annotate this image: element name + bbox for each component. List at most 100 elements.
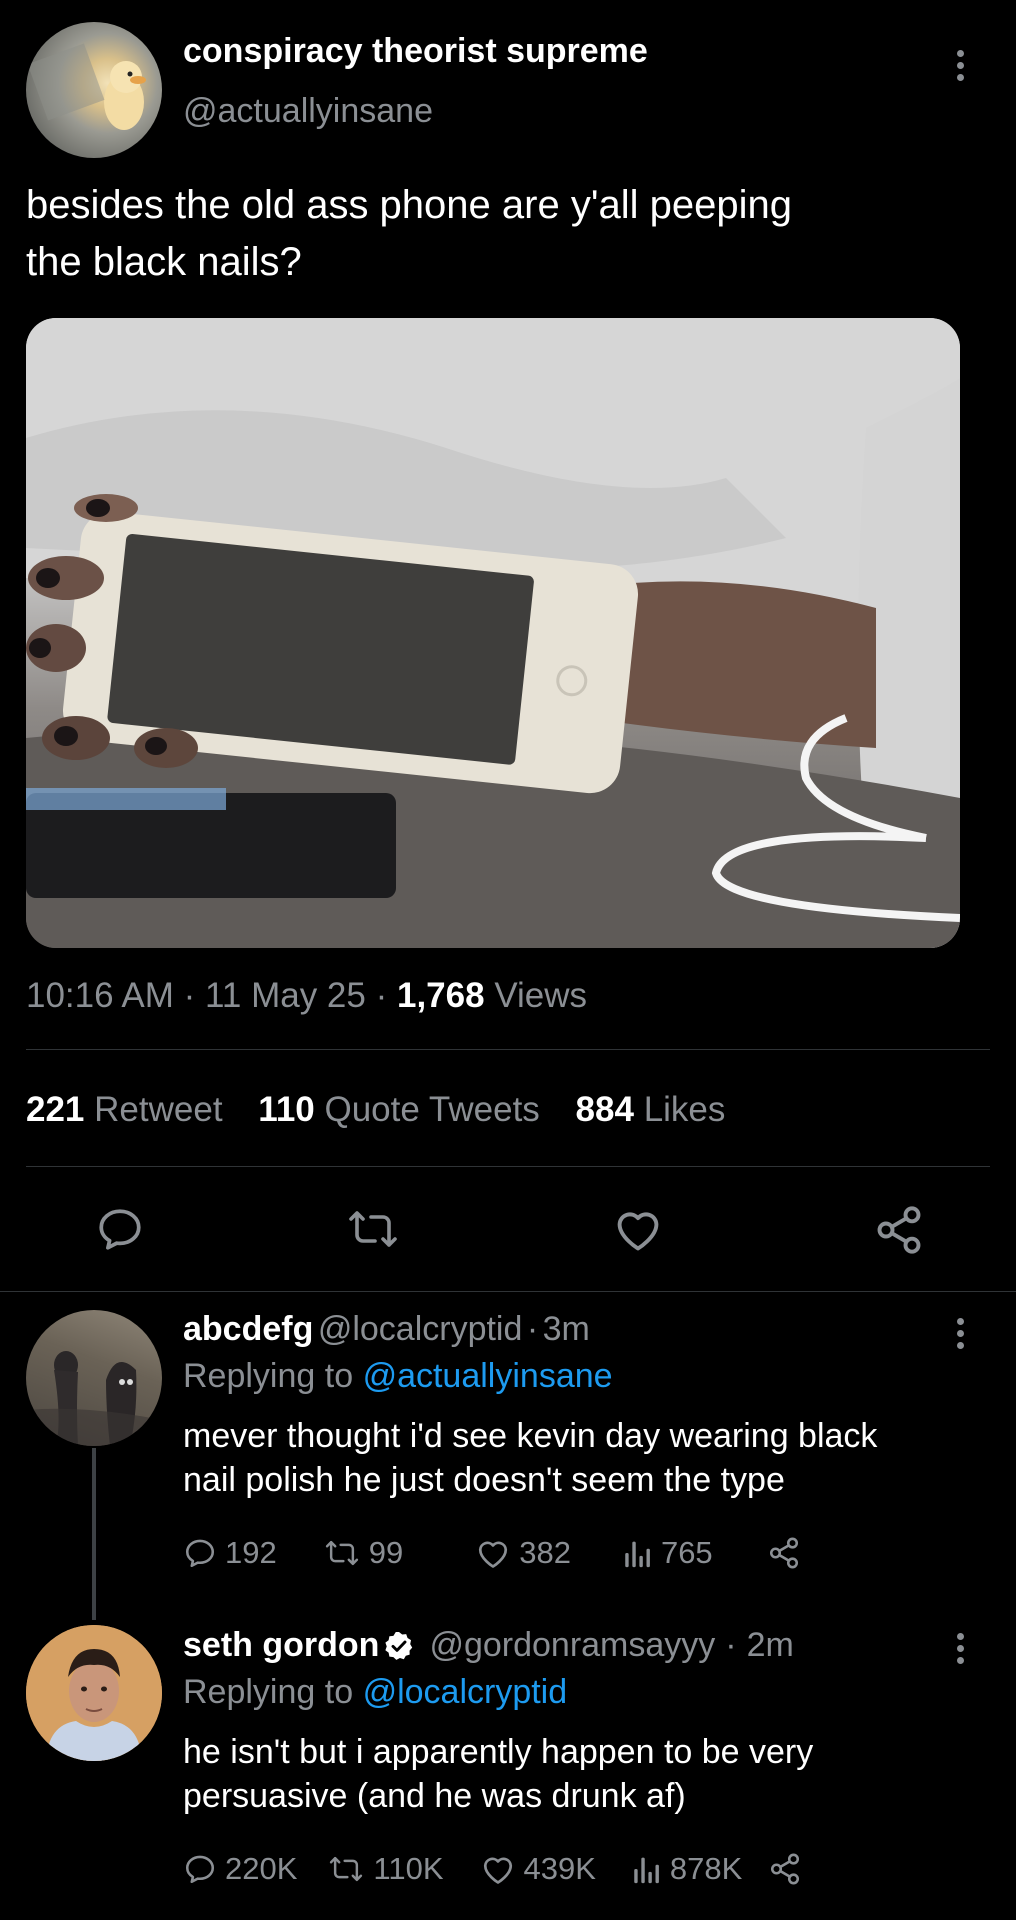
reply-share-button[interactable] [767,1536,801,1570]
quote-count: 110 [258,1090,315,1129]
reply-display-name[interactable]: seth gordon [183,1626,379,1665]
replying-label: Replying to [183,1673,354,1711]
reply-icon [185,1855,215,1884]
reply-handle[interactable]: @localcryptid [318,1310,523,1348]
tweet-text-line: the black nails? [26,240,302,284]
retweet-icon [325,1540,358,1566]
reply-like-button[interactable]: 382 [475,1535,571,1571]
reply-text-line: persuasive (and he was drunk af) [183,1777,686,1815]
tweet-media-photo[interactable] [26,318,960,948]
retweet-count: 221 [26,1090,85,1129]
reply-actions: 220K 110K 439K 878K [183,1851,802,1887]
retweet-count: 99 [368,1535,404,1570]
replying-to-link[interactable]: @localcryptid [363,1673,568,1711]
reply-count: 192 [225,1535,277,1570]
more-icon [957,1633,964,1640]
reply-reply-button[interactable]: 220K [183,1851,297,1887]
tweet-more-button[interactable] [957,50,964,81]
tweet-stats: 221 Retweet 110 Quote Tweets 884 Likes [26,1090,725,1130]
meta-separator: · [725,1626,737,1664]
reply-more-button[interactable] [957,1633,964,1664]
reply-icon [185,1539,215,1568]
meta-separator: · [375,976,388,1015]
share-icon [771,1853,800,1885]
reply-avatar[interactable] [26,1310,162,1446]
reply-avatar[interactable] [26,1625,162,1761]
reply-text: he isn't but i apparently happen to be v… [183,1730,813,1818]
like-button[interactable] [612,1205,664,1253]
author-avatar[interactable] [26,22,162,158]
verified-badge-icon [385,1631,413,1660]
replying-label: Replying to [183,1357,354,1395]
reply-more-button[interactable] [957,1318,964,1349]
author-display-name[interactable]: conspiracy theorist supreme [183,32,648,71]
avatar-image [26,1351,162,1446]
divider [26,1049,990,1050]
replying-to: Replying to @actuallyinsane [183,1357,613,1396]
retweet-icon [330,1856,363,1882]
reply-header: abcdefg @localcryptid · 3m [183,1310,590,1349]
tweet-time[interactable]: 10:16 AM [26,976,174,1015]
reply-time[interactable]: 3m [543,1310,590,1348]
retweet-icon [349,1211,397,1247]
reply-icon [99,1209,141,1250]
tweet-text-line: besides the old ass phone are y'all peep… [26,183,792,227]
tweet-meta: 10:16 AM · 11 May 25 · 1,768 Views [26,976,587,1016]
reply-text-line: mever thought i'd see kevin day wearing … [183,1417,878,1455]
quote-stat[interactable]: 110 Quote Tweets [258,1090,549,1129]
more-icon [957,50,964,57]
likes-label: Likes [643,1090,726,1129]
reply-reply-button[interactable]: 192 [183,1535,277,1571]
reply-share-button[interactable] [768,1852,802,1886]
reply-header: seth gordon @gordonramsayyy · 2m [183,1626,794,1665]
thread-line [92,1448,96,1620]
reply-time[interactable]: 2m [747,1626,794,1665]
reply-display-name[interactable]: abcdefg [183,1310,313,1348]
reply-like-button[interactable]: 439K [480,1851,596,1887]
like-count: 382 [519,1535,571,1570]
reply-count: 220K [225,1851,298,1886]
avatar-image [26,1625,162,1761]
meta-separator: · [183,976,196,1015]
views-icon [634,1857,659,1884]
likes-count: 884 [575,1090,634,1129]
views-count: 878K [669,1851,743,1886]
share-button[interactable] [873,1204,925,1256]
views-count: 765 [660,1535,713,1570]
heart-icon [483,1857,512,1884]
views-icon [625,1541,650,1568]
replying-to: Replying to @localcryptid [183,1673,567,1712]
quote-label: Quote Tweets [324,1090,540,1129]
reply-text-line: he isn't but i apparently happen to be v… [183,1733,814,1771]
tweet-date[interactable]: 11 May 25 [205,976,366,1015]
heart-icon [479,1541,508,1568]
photo-content [26,318,960,948]
reply-views-button[interactable]: 878K [632,1851,742,1887]
reply-text-line: nail polish he just doesn't seem the typ… [183,1461,785,1499]
replying-to-link[interactable]: @actuallyinsane [363,1357,613,1395]
likes-stat[interactable]: 884 Likes [576,1090,726,1129]
views-label: Views [494,976,588,1015]
author-handle[interactable]: @actuallyinsane [183,92,433,131]
like-count: 439K [523,1851,596,1886]
reply-actions: 192 99 382 765 [183,1535,801,1571]
reply-views-button[interactable]: 765 [623,1535,713,1571]
reply-text: mever thought i'd see kevin day wearing … [183,1414,877,1502]
duck-avatar-image [27,43,146,130]
retweet-button[interactable] [345,1204,401,1254]
heart-icon [617,1212,659,1251]
meta-separator: · [526,1310,539,1348]
retweet-stat[interactable]: 221 Retweet [26,1090,232,1129]
share-icon [769,1537,798,1569]
reply-handle[interactable]: @gordonramsayyy [429,1626,715,1665]
reply-retweet-button[interactable]: 110K [327,1851,444,1887]
more-icon [957,1318,964,1325]
views-count: 1,768 [396,976,485,1015]
retweet-count: 110K [373,1851,444,1886]
reply-retweet-button[interactable]: 99 [323,1535,403,1571]
divider [0,1291,1016,1292]
retweet-label: Retweet [94,1090,223,1129]
reply-button[interactable] [95,1204,145,1254]
divider [26,1166,990,1167]
tweet-text: besides the old ass phone are y'all peep… [26,177,792,291]
